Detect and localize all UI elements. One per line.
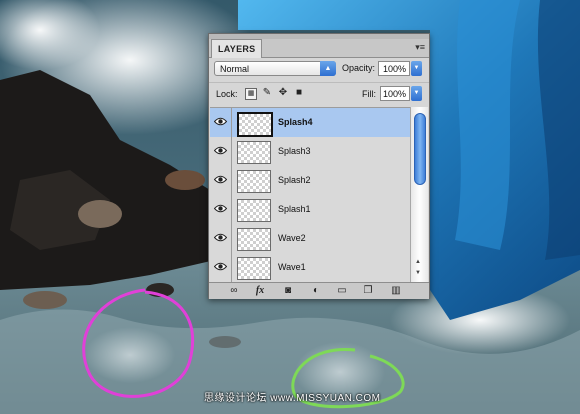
visibility-eye-icon[interactable] — [210, 224, 232, 253]
scrollbar-thumb[interactable] — [414, 113, 426, 185]
layer-thumbnail — [237, 170, 271, 193]
layer-row-splash4[interactable]: Splash4 — [210, 108, 410, 138]
fill-dropdown-icon[interactable]: ▼ — [411, 86, 422, 101]
lock-transparency-icon[interactable]: ▦ — [245, 88, 257, 100]
lock-all-padlock-icon[interactable]: ■ — [293, 87, 305, 99]
fx-icon[interactable]: fx — [253, 285, 267, 297]
visibility-eye-icon[interactable] — [210, 137, 232, 166]
blend-mode-value: Normal — [220, 64, 250, 74]
panel-menu-icon[interactable]: ▾≡ — [415, 42, 425, 53]
layer-row-splash3[interactable]: Splash3 — [210, 137, 410, 167]
layer-thumbnail — [237, 257, 271, 280]
layers-list: Splash4 Splash3 Splash2 Splash1 Wave2 Wa… — [210, 107, 410, 283]
layer-row-splash2[interactable]: Splash2 — [210, 166, 410, 196]
visibility-eye-icon[interactable] — [210, 195, 232, 224]
link-icon[interactable]: ∞ — [227, 285, 241, 297]
layer-name[interactable]: Splash3 — [278, 146, 311, 156]
blend-opacity-row: Normal ▲ Opacity: 100% ▼ — [209, 58, 429, 80]
blend-mode-select[interactable]: Normal ▲ — [214, 61, 336, 76]
fill-input[interactable]: 100% — [380, 86, 410, 101]
layer-name[interactable]: Splash1 — [278, 204, 311, 214]
trash-icon[interactable]: ▥ — [389, 285, 403, 297]
layers-panel: LAYERS ▾≡ Normal ▲ Opacity: 100% ▼ Lock:… — [208, 33, 430, 299]
opacity-dropdown-icon[interactable]: ▼ — [411, 61, 422, 76]
layer-thumbnail — [237, 141, 271, 164]
layers-scrollbar[interactable]: ▲ ▼ — [410, 107, 428, 282]
layer-row-wave1[interactable]: Wave1 — [210, 253, 410, 283]
layer-name[interactable]: Splash4 — [278, 117, 313, 127]
opacity-input[interactable]: 100% — [378, 61, 410, 76]
mask-icon[interactable]: ◙ — [281, 285, 295, 297]
layer-name[interactable]: Wave2 — [278, 233, 306, 243]
visibility-eye-icon[interactable] — [210, 253, 232, 282]
layer-name[interactable]: Splash2 — [278, 175, 311, 185]
layer-thumbnail — [237, 112, 273, 137]
scroll-up-arrow-icon[interactable]: ▲ — [415, 259, 421, 265]
opacity-label: Opacity: — [342, 63, 376, 73]
select-arrows-icon: ▲ — [320, 61, 336, 76]
lock-position-move-icon[interactable]: ✥ — [277, 87, 289, 99]
watermark-text: 思缘设计论坛 www.MISSYUAN.COM — [204, 393, 381, 404]
layers-footer-toolbar: ∞ fx ◙ ◐ ▭ ❐ ▥ — [209, 282, 429, 299]
lock-label: Lock: — [216, 89, 238, 99]
lock-image-brush-icon[interactable]: ✎ — [261, 87, 273, 99]
visibility-eye-icon[interactable] — [210, 166, 232, 195]
panel-tab-bar: LAYERS ▾≡ — [209, 39, 429, 58]
visibility-eye-icon[interactable] — [210, 108, 232, 137]
scroll-down-arrow-icon[interactable]: ▼ — [415, 270, 421, 276]
adjustment-icon[interactable]: ◐ — [309, 285, 323, 297]
magenta-circle-splash-left — [82, 288, 195, 398]
layer-thumbnail — [237, 199, 271, 222]
new-layer-icon[interactable]: ❐ — [361, 285, 375, 297]
layer-name[interactable]: Wave1 — [278, 262, 306, 272]
tab-layers[interactable]: LAYERS — [211, 39, 263, 58]
layer-thumbnail — [237, 228, 271, 251]
lock-fill-row: Lock: ▦ ✎ ✥ ■ Fill: 100% ▼ — [209, 82, 429, 105]
layer-row-wave2[interactable]: Wave2 — [210, 224, 410, 254]
folder-icon[interactable]: ▭ — [335, 285, 349, 297]
layer-row-splash1[interactable]: Splash1 — [210, 195, 410, 225]
fill-label: Fill: — [362, 89, 376, 99]
